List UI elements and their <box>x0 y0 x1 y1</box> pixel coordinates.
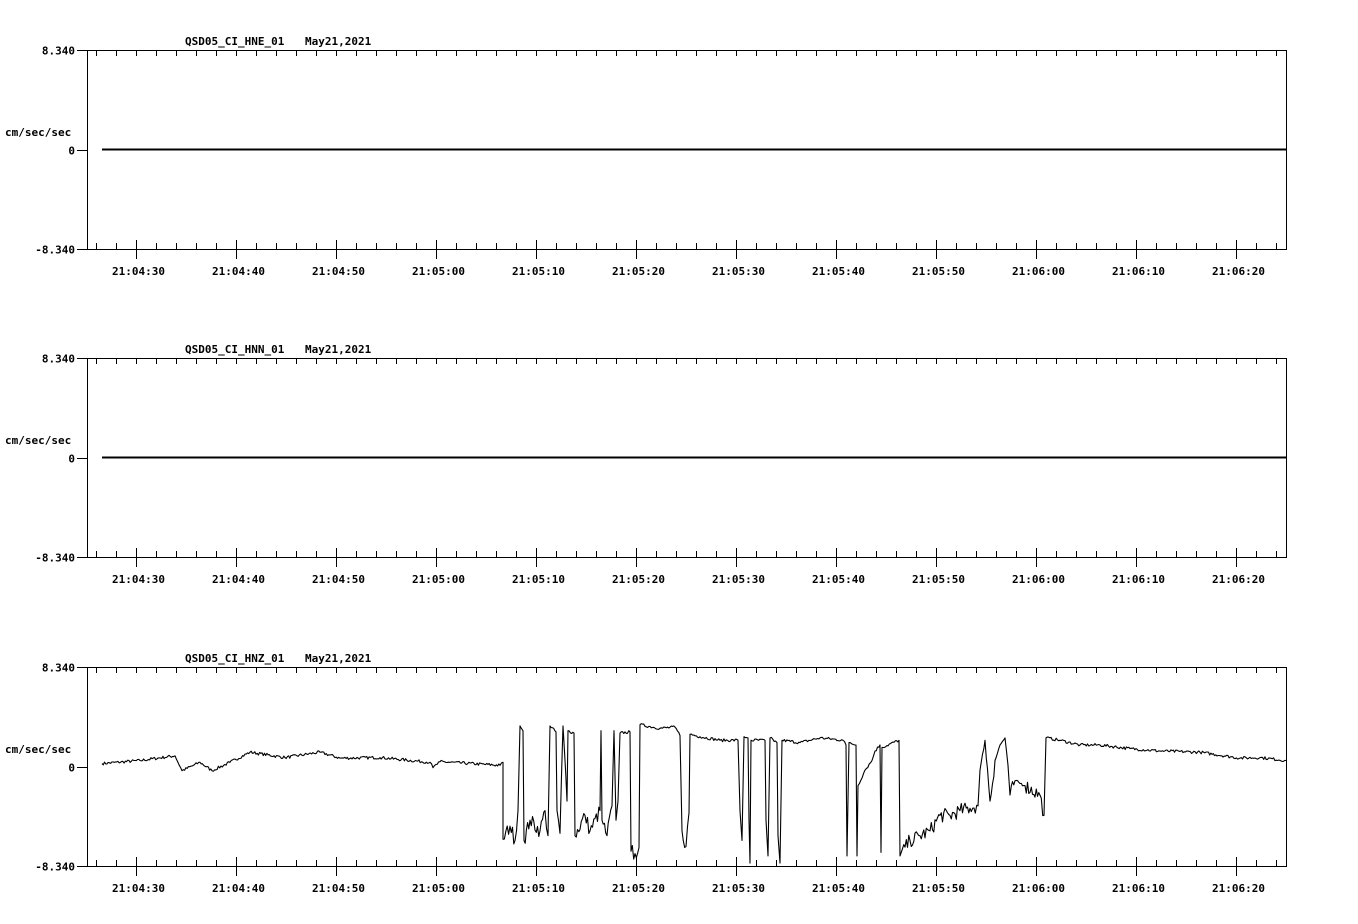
chart-date: May21,2021 <box>305 343 372 356</box>
y-tick-label: 8.340 <box>42 45 75 58</box>
y-axis-label: cm/sec/sec <box>5 743 71 756</box>
chart-date: May21,2021 <box>305 35 372 48</box>
seismogram-figure: QSD05_CI_HNE_01 May21,2021 8.340 0 -8.340 cm/… <box>0 0 1358 924</box>
x-tick-label: 21:06:00 <box>1012 265 1065 278</box>
x-tick-label: 21:06:20 <box>1212 882 1265 895</box>
x-tick-label: 21:05:10 <box>512 265 565 278</box>
panel-qsd05_ci_hne_01: QSD05_CI_HNE_01 May21,2021 8.340 0 -8.340 cm/… <box>5 35 1287 278</box>
chart-title: QSD05_CI_HNN_01 <box>185 343 285 356</box>
x-tick-label: 21:05:40 <box>812 573 865 586</box>
x-tick-label: 21:05:20 <box>612 265 665 278</box>
x-tick-label: 21:06:00 <box>1012 573 1065 586</box>
x-tick-label: 21:05:30 <box>712 882 765 895</box>
x-tick-label: 21:06:20 <box>1212 573 1265 586</box>
y-tick-label: -8.340 <box>35 861 75 874</box>
waveform-trace <box>102 724 1286 863</box>
x-tick-label: 21:06:00 <box>1012 882 1065 895</box>
x-tick-label: 21:05:10 <box>512 882 565 895</box>
x-tick-label: 21:05:50 <box>912 882 965 895</box>
x-tick-label: 21:06:10 <box>1112 882 1165 895</box>
x-tick-label: 21:05:50 <box>912 265 965 278</box>
x-tick-label: 21:05:10 <box>512 573 565 586</box>
x-tick-label: 21:06:20 <box>1212 265 1265 278</box>
panel-qsd05_ci_hnz_01: QSD05_CI_HNZ_01 May21,2021 8.340 0 -8.340 cm/… <box>5 652 1287 895</box>
y-tick-label: 0 <box>68 762 75 775</box>
x-tick-label: 21:04:30 <box>112 882 165 895</box>
y-tick-label: 0 <box>68 453 75 466</box>
y-axis-label: cm/sec/sec <box>5 434 71 447</box>
x-tick-label: 21:04:30 <box>112 265 165 278</box>
x-tick-label: 21:04:50 <box>312 882 365 895</box>
x-tick-label: 21:04:50 <box>312 573 365 586</box>
x-tick-label: 21:06:10 <box>1112 573 1165 586</box>
chart-title: QSD05_CI_HNZ_01 <box>185 652 285 665</box>
x-tick-label: 21:04:40 <box>212 573 265 586</box>
x-tick-label: 21:05:20 <box>612 882 665 895</box>
chart-date: May21,2021 <box>305 652 372 665</box>
x-tick-label: 21:06:10 <box>1112 265 1165 278</box>
y-tick-label: 8.340 <box>42 662 75 675</box>
y-tick-label: 0 <box>68 145 75 158</box>
x-tick-label: 21:05:40 <box>812 882 865 895</box>
y-tick-label: -8.340 <box>35 244 75 257</box>
x-tick-label: 21:05:50 <box>912 573 965 586</box>
y-tick-label: 8.340 <box>42 353 75 366</box>
x-tick-label: 21:05:00 <box>412 882 465 895</box>
x-tick-label: 21:04:50 <box>312 265 365 278</box>
x-tick-label: 21:05:00 <box>412 573 465 586</box>
x-tick-label: 21:05:00 <box>412 265 465 278</box>
y-axis-label: cm/sec/sec <box>5 126 71 139</box>
x-tick-label: 21:05:40 <box>812 265 865 278</box>
y-tick-label: -8.340 <box>35 552 75 565</box>
panel-qsd05_ci_hnn_01: QSD05_CI_HNN_01 May21,2021 8.340 0 -8.340 cm/… <box>5 343 1287 586</box>
x-tick-label: 21:05:20 <box>612 573 665 586</box>
x-tick-label: 21:04:40 <box>212 265 265 278</box>
chart-title: QSD05_CI_HNE_01 <box>185 35 285 48</box>
x-tick-label: 21:05:30 <box>712 265 765 278</box>
x-tick-label: 21:05:30 <box>712 573 765 586</box>
x-tick-label: 21:04:30 <box>112 573 165 586</box>
x-tick-label: 21:04:40 <box>212 882 265 895</box>
